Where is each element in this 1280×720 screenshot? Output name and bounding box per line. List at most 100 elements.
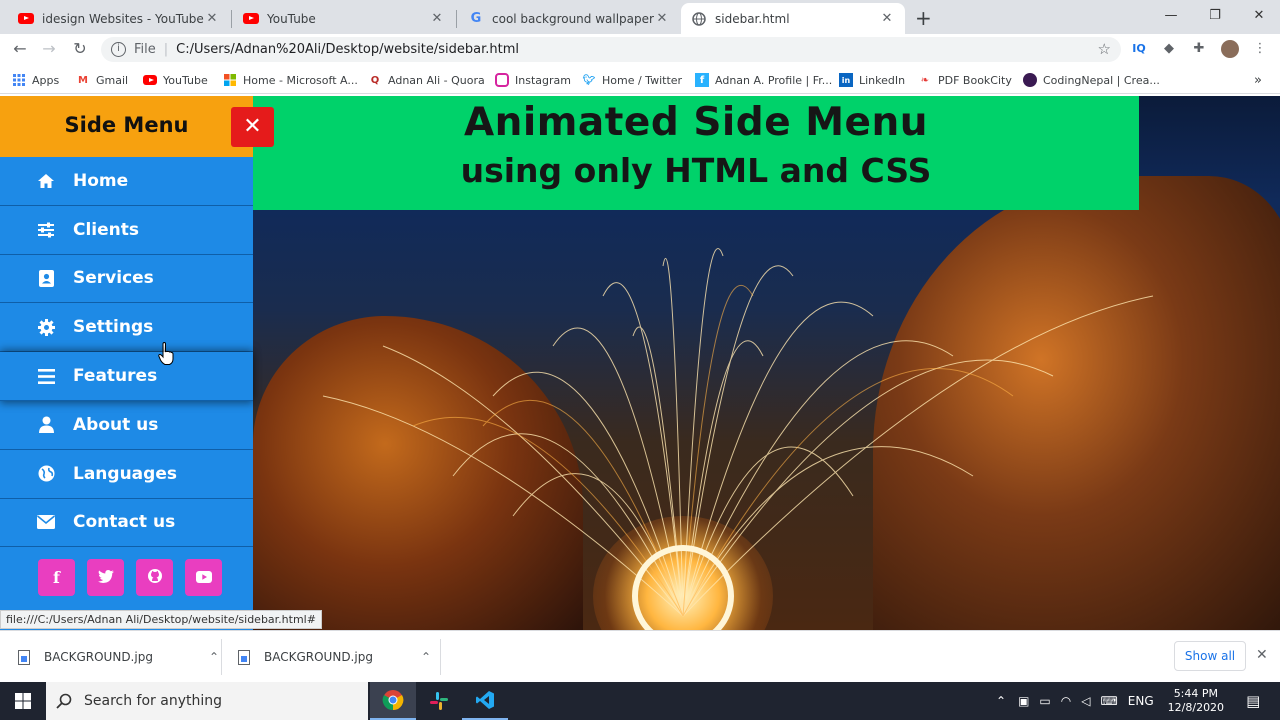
bookmark-pdfbookcity[interactable]: ❧ PDF BookCity	[918, 72, 1012, 88]
windows-start-icon[interactable]	[0, 682, 46, 720]
menu-item-features[interactable]: Features	[0, 352, 253, 401]
iq-extension-icon[interactable]: IQ	[1130, 40, 1148, 58]
close-icon[interactable]: ✕	[429, 11, 445, 26]
address-bar[interactable]: i File | C:/Users/Adnan%20Ali/Desktop/we…	[101, 37, 1121, 62]
apps-grid-icon	[12, 73, 26, 87]
bookmark-quora[interactable]: Q Adnan Ali - Quora	[368, 72, 485, 88]
cube-extension-icon[interactable]: ◆	[1160, 40, 1178, 58]
close-icon[interactable]: ✕	[204, 11, 220, 26]
globe-icon	[691, 11, 707, 27]
status-bar-url: file:///C:/Users/Adnan Ali/Desktop/websi…	[0, 610, 322, 629]
menu-item-clients[interactable]: Clients	[0, 206, 253, 255]
banner-subtitle: using only HTML and CSS	[460, 151, 932, 190]
battery-icon[interactable]: ▭	[1039, 694, 1050, 708]
social-links: f	[0, 559, 253, 597]
language-indicator[interactable]: ENG	[1128, 694, 1154, 708]
network-drive-icon[interactable]: ▣	[1018, 694, 1029, 708]
download-item[interactable]: BACKGROUND.jpg ⌃	[18, 643, 219, 671]
facebook-icon: f	[53, 568, 60, 588]
github-button[interactable]	[136, 559, 173, 597]
chevron-up-icon[interactable]: ⌃	[209, 650, 219, 664]
puzzle-icon[interactable]: ✚	[1190, 40, 1208, 58]
bookmark-instagram[interactable]: Instagram	[495, 72, 571, 88]
tab-title: cool background wallpaper - Goo	[492, 11, 654, 26]
chevron-up-icon[interactable]: ⌃	[421, 650, 431, 664]
tab-youtube[interactable]: YouTube ✕	[233, 3, 455, 34]
facebook-button[interactable]: f	[38, 559, 75, 597]
menu-item-contact[interactable]: Contact us	[0, 499, 253, 548]
gear-icon	[36, 317, 56, 337]
chevron-up-icon[interactable]: ⌃	[996, 694, 1006, 708]
bars-icon	[36, 366, 56, 386]
side-menu: Side Menu Home Clients Services Settings…	[0, 96, 253, 630]
address-card-icon	[36, 268, 56, 288]
menu-item-label: Features	[73, 366, 158, 387]
bookmark-codingnepal[interactable]: CodingNepal | Crea...	[1023, 72, 1160, 88]
bookmark-gmail[interactable]: M Gmail	[76, 72, 128, 88]
maximize-button[interactable]: ❐	[1193, 0, 1237, 30]
search-placeholder: Search for anything	[84, 693, 222, 709]
bookmark-youtube[interactable]: YouTube	[143, 72, 208, 88]
youtube-icon	[18, 11, 34, 27]
close-menu-button[interactable]: ✕	[231, 107, 274, 147]
downloads-bar: BACKGROUND.jpg ⌃ BACKGROUND.jpg ⌃ Show a…	[0, 630, 1280, 682]
wifi-icon[interactable]: ◠	[1061, 694, 1071, 708]
instagram-icon	[495, 73, 509, 87]
bookmarks-bar: Apps M Gmail YouTube Home - Microsoft A..…	[0, 64, 1280, 94]
bookmark-twitter[interactable]: 🐦︎ Home / Twitter	[582, 72, 682, 88]
bookmark-microsoft[interactable]: Home - Microsoft A...	[223, 72, 358, 88]
menu-item-settings[interactable]: Settings	[0, 303, 253, 353]
menu-item-home[interactable]: Home	[0, 157, 253, 206]
show-all-button[interactable]: Show all	[1174, 641, 1246, 671]
close-window-button[interactable]: ✕	[1237, 0, 1280, 30]
close-icon[interactable]: ✕	[879, 11, 895, 26]
clock[interactable]: 5:44 PM 12/8/2020	[1168, 687, 1224, 715]
codingnepal-icon	[1023, 73, 1037, 87]
bookmark-apps[interactable]: Apps	[12, 72, 59, 88]
scheme-label: File	[134, 42, 156, 57]
close-downloads-icon[interactable]: ✕	[1256, 647, 1268, 663]
info-icon[interactable]: i	[111, 42, 126, 57]
twitter-button[interactable]	[87, 559, 124, 597]
vscode-taskbar-icon[interactable]	[462, 682, 508, 720]
home-icon	[36, 171, 56, 191]
tab-sidebar-html[interactable]: sidebar.html ✕	[681, 3, 905, 34]
menu-item-about[interactable]: About us	[0, 401, 253, 450]
back-button[interactable]: ←	[11, 40, 29, 58]
youtube-button[interactable]	[185, 559, 222, 597]
image-file-icon	[238, 649, 250, 665]
web-page: Animated Side Menu using only HTML and C…	[0, 96, 1280, 630]
menu-item-label: About us	[73, 414, 159, 435]
minimize-button[interactable]: —	[1149, 0, 1193, 30]
notification-icon[interactable]: ▤	[1246, 692, 1260, 710]
keyboard-icon[interactable]: ⌨	[1100, 694, 1117, 708]
new-tab-button[interactable]: +	[915, 6, 932, 30]
menu-item-services[interactable]: Services	[0, 255, 253, 304]
forward-button[interactable]: →	[40, 40, 58, 58]
download-item[interactable]: BACKGROUND.jpg ⌃	[238, 643, 431, 671]
tab-idesign-youtube[interactable]: idesign Websites - YouTube ✕	[8, 3, 230, 34]
youtube-icon	[143, 73, 157, 87]
google-icon: G	[470, 11, 482, 26]
system-tray: ⌃ ▣ ▭ ◠ ◁ ⌨ ENG 5:44 PM 12/8/2020 ▤	[996, 682, 1260, 720]
menu-item-label: Home	[73, 170, 129, 191]
menu-dots-icon[interactable]: ⋮	[1251, 40, 1269, 58]
sliders-icon	[36, 220, 56, 240]
star-icon[interactable]: ☆	[1098, 40, 1111, 58]
more-bookmarks-icon[interactable]: »	[1254, 72, 1262, 88]
tab-google-search[interactable]: G cool background wallpaper - Goo ✕	[458, 3, 680, 34]
tab-title: idesign Websites - YouTube	[42, 11, 204, 26]
close-icon[interactable]: ✕	[654, 11, 670, 26]
clock-time: 5:44 PM	[1173, 687, 1219, 700]
bookmark-freelancer[interactable]: f Adnan A. Profile | Fr...	[695, 72, 832, 88]
chrome-taskbar-icon[interactable]	[370, 682, 416, 720]
twitter-icon: 🐦︎	[582, 74, 596, 86]
slack-taskbar-icon[interactable]	[416, 682, 462, 720]
reload-button[interactable]: ↻	[71, 40, 89, 58]
download-filename: BACKGROUND.jpg	[44, 650, 153, 664]
volume-icon[interactable]: ◁	[1081, 694, 1090, 708]
bookmark-linkedin[interactable]: in LinkedIn	[839, 72, 905, 88]
menu-item-languages[interactable]: Languages	[0, 450, 253, 499]
taskbar-search-box[interactable]: Search for anything	[46, 682, 368, 720]
avatar[interactable]	[1221, 40, 1239, 58]
